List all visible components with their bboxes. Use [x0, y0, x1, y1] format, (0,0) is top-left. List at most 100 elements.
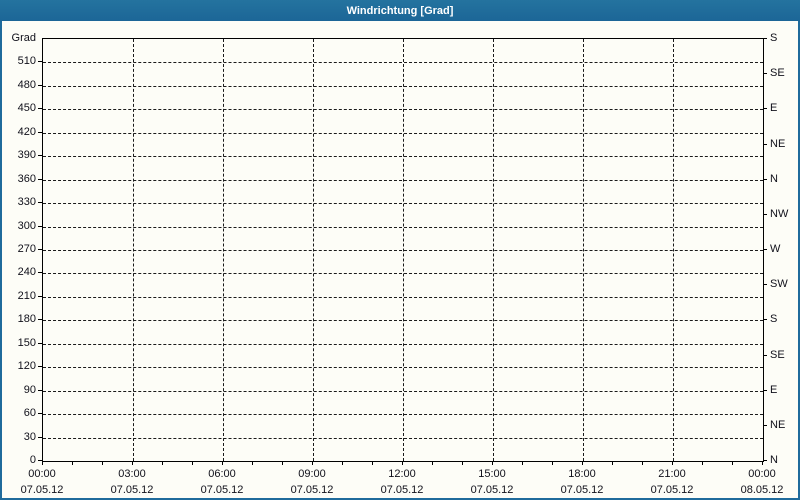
v-gridline — [403, 39, 404, 461]
x-axis-minor-tick — [522, 461, 523, 465]
x-axis-date-label: 07.05.12 — [290, 484, 334, 496]
x-axis-minor-tick — [612, 461, 613, 465]
y-axis-tick — [38, 202, 42, 204]
x-axis-minor-tick — [42, 461, 43, 465]
y-axis-unit-label: Grad — [11, 32, 36, 44]
right-axis-tick — [763, 424, 767, 426]
y-axis-tick — [38, 366, 42, 368]
x-axis-minor-tick — [582, 461, 583, 465]
x-axis-time-label: 15:00 — [478, 468, 506, 480]
y-axis-tick — [38, 155, 42, 157]
y-axis-label: 270 — [17, 243, 36, 255]
x-axis-date-label: 07.05.12 — [560, 484, 604, 496]
x-axis-minor-tick — [672, 461, 673, 465]
y-axis-tick — [38, 84, 42, 86]
y-axis-label: 180 — [17, 313, 36, 326]
right-axis-tick — [763, 389, 767, 391]
right-axis-tick — [763, 249, 767, 250]
chart-window: Windrichtung [Grad] 510 480 450 420 390 360 33… — [0, 0, 800, 500]
x-axis-date-label: 07.05.12 — [650, 484, 694, 496]
y-axis-tick — [38, 108, 42, 110]
v-gridline — [493, 39, 494, 461]
x-axis-minor-tick — [72, 461, 73, 465]
y-axis-tick — [38, 295, 42, 297]
v-gridline — [223, 39, 224, 461]
y-axis-label: 0 — [29, 454, 36, 466]
x-axis-minor-tick — [312, 461, 313, 465]
right-axis-label: NE — [770, 137, 786, 150]
y-axis-tick — [38, 61, 42, 63]
plot-area — [42, 38, 764, 462]
right-axis-label: SW — [770, 278, 788, 291]
y-axis-tick — [38, 225, 42, 227]
right-axis-label: NW — [770, 207, 789, 220]
x-axis-date-label: 07.05.12 — [20, 484, 64, 496]
x-axis-minor-tick — [282, 461, 283, 465]
x-axis-minor-tick — [462, 461, 463, 465]
y-axis-label: 120 — [17, 360, 36, 373]
right-axis-label: N — [770, 172, 778, 185]
right-axis-tick — [763, 460, 767, 461]
window-titlebar[interactable]: Windrichtung [Grad] — [0, 0, 800, 21]
x-axis-time-label: 18:00 — [568, 468, 596, 480]
y-axis-label: 390 — [17, 149, 36, 162]
right-axis-label: S — [770, 32, 778, 44]
x-axis-time-label: 06:00 — [208, 468, 236, 480]
x-axis-time-label: 12:00 — [388, 468, 416, 480]
x-axis-minor-tick — [252, 461, 253, 465]
x-axis-minor-tick — [132, 461, 133, 465]
right-axis-label: W — [770, 243, 781, 255]
x-axis-minor-tick — [762, 461, 763, 465]
right-axis-label: S — [770, 313, 778, 326]
v-gridline — [313, 39, 314, 461]
x-axis-minor-tick — [642, 461, 643, 465]
x-axis-date-label: 07.05.12 — [110, 484, 154, 496]
x-axis-date-label: 08.05.12 — [740, 484, 784, 496]
x-axis-time-label: 03:00 — [118, 468, 146, 480]
right-axis-tick — [763, 213, 767, 215]
y-axis-tick — [38, 272, 42, 274]
y-axis-label: 450 — [17, 102, 36, 115]
y-axis-tick — [38, 389, 42, 391]
y-axis-tick — [38, 178, 42, 180]
x-axis-date-label: 07.05.12 — [470, 484, 514, 496]
x-axis-minor-tick — [432, 461, 433, 465]
x-axis-minor-tick — [372, 461, 373, 465]
y-axis-tick — [38, 249, 42, 250]
y-axis-label: 360 — [17, 172, 36, 185]
v-gridline — [133, 39, 134, 461]
y-axis-label: 240 — [17, 266, 36, 279]
y-axis-label: 300 — [17, 219, 36, 232]
right-axis-label: SE — [770, 348, 785, 361]
right-axis-label: E — [770, 383, 778, 396]
x-axis-time-label: 21:00 — [658, 468, 686, 480]
right-axis-tick — [763, 178, 767, 180]
x-axis-minor-tick — [102, 461, 103, 465]
right-axis-label: E — [770, 102, 778, 115]
y-axis-label: 150 — [17, 336, 36, 349]
y-axis-tick — [38, 131, 42, 133]
x-axis-date-label: 07.05.12 — [200, 484, 244, 496]
x-axis-minor-tick — [492, 461, 493, 465]
x-axis-minor-tick — [702, 461, 703, 465]
y-axis-label: 60 — [23, 407, 36, 420]
y-axis-tick — [38, 319, 42, 321]
window-title: Windrichtung [Grad] — [346, 4, 454, 17]
y-axis-tick — [38, 436, 42, 438]
v-gridline — [673, 39, 674, 461]
y-axis-label: 480 — [17, 78, 36, 91]
x-axis-time-label: 09:00 — [298, 468, 326, 480]
x-axis-time-label: 00:00 — [28, 468, 56, 480]
right-axis-label: NE — [770, 418, 786, 431]
right-axis-tick — [763, 319, 767, 321]
right-axis-tick — [763, 108, 767, 110]
y-axis-label: 210 — [17, 289, 36, 302]
x-axis-date-label: 07.05.12 — [380, 484, 424, 496]
right-axis-label: N — [770, 454, 778, 466]
y-axis-label: 510 — [17, 55, 36, 68]
x-axis-minor-tick — [222, 461, 223, 465]
right-axis-tick — [763, 73, 767, 75]
chart-canvas: 510 480 450 420 390 360 330 300 270 240 210 180 150 1… — [2, 21, 798, 498]
x-axis-minor-tick — [342, 461, 343, 465]
x-axis-minor-tick — [192, 461, 193, 465]
